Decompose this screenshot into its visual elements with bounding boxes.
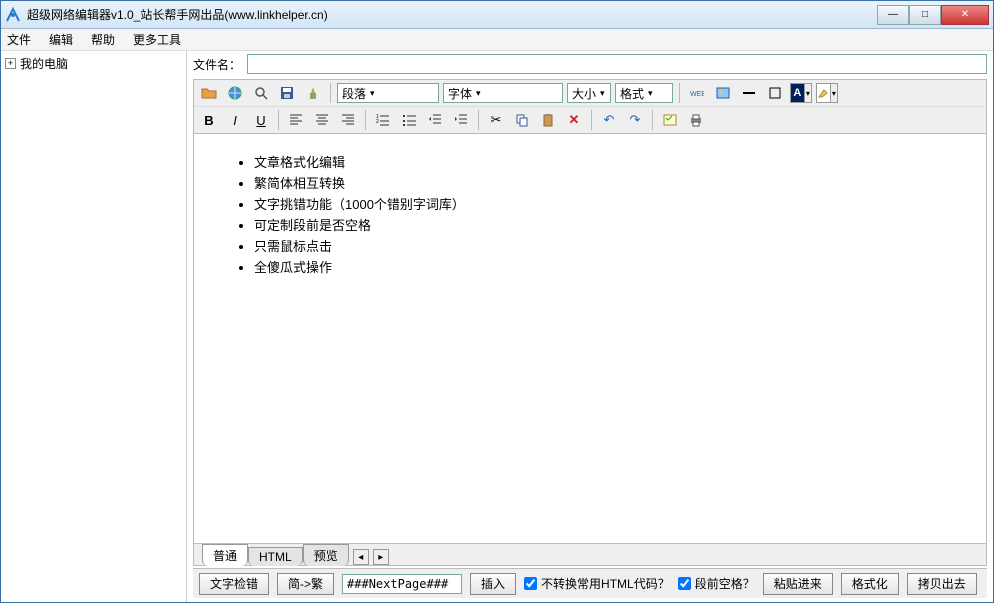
chevron-down-icon: ▾: [804, 84, 811, 102]
special-char-button[interactable]: [764, 82, 786, 104]
list-item: 只需鼠标点击: [254, 236, 966, 255]
paste-button[interactable]: [537, 109, 559, 131]
undo-button[interactable]: ↶: [598, 109, 620, 131]
preview-button[interactable]: [659, 109, 681, 131]
menu-edit[interactable]: 编辑: [49, 31, 73, 48]
chevron-down-icon: ▾: [600, 88, 605, 99]
list-item: 全傻瓜式操作: [254, 257, 966, 276]
copy-out-button[interactable]: 拷贝出去: [907, 573, 977, 595]
underline-button[interactable]: U: [250, 109, 272, 131]
svg-text:WEB: WEB: [690, 91, 704, 98]
indent-space-checkbox[interactable]: 段前空格？: [678, 575, 755, 592]
window-controls: — □ ✕: [877, 5, 989, 25]
svg-text:2: 2: [376, 119, 379, 125]
filename-label: 文件名：: [193, 56, 241, 73]
list-item: 文章格式化编辑: [254, 152, 966, 171]
ordered-list-button[interactable]: 12: [372, 109, 394, 131]
list-item: 繁简体相互转换: [254, 173, 966, 192]
app-logo-icon: [5, 7, 21, 23]
save-button[interactable]: [276, 82, 298, 104]
size-combo[interactable]: 大小▾: [567, 83, 611, 103]
maximize-button[interactable]: □: [909, 5, 941, 25]
expand-icon[interactable]: +: [5, 58, 16, 69]
tab-preview[interactable]: 预览: [303, 544, 349, 566]
simp-to-trad-button[interactable]: 简->繁: [277, 573, 334, 595]
paragraph-combo[interactable]: 段落▾: [337, 83, 439, 103]
menubar: 文件 编辑 帮助 更多工具: [1, 29, 993, 51]
close-button[interactable]: ✕: [941, 5, 989, 25]
separator: [478, 110, 479, 130]
search-button[interactable]: [250, 82, 272, 104]
align-center-button[interactable]: [311, 109, 333, 131]
tab-nav-left[interactable]: ◂: [353, 549, 369, 565]
separator: [278, 110, 279, 130]
chevron-down-icon: ▾: [648, 88, 653, 99]
keep-html-checkbox[interactable]: 不转换常用HTML代码？: [524, 575, 670, 592]
bold-button[interactable]: B: [198, 109, 220, 131]
list-item: 文字挑错功能（1000个错别字词库）: [254, 194, 966, 213]
spellcheck-button[interactable]: 文字检错: [199, 573, 269, 595]
menu-more-tools[interactable]: 更多工具: [133, 31, 181, 48]
main-area: 文件名： 段落▾ 字体▾ 大小▾ 格式▾ WEB: [187, 51, 993, 602]
content-list: 文章格式化编辑 繁简体相互转换 文字挑错功能（1000个错别字词库） 可定制段前…: [214, 152, 966, 276]
app-window: 超级网络编辑器v1.0_站长帮手网出品(www.linkhelper.cn) —…: [0, 0, 994, 603]
align-left-button[interactable]: [285, 109, 307, 131]
text-color-picker[interactable]: A▾: [790, 83, 812, 103]
italic-button[interactable]: I: [224, 109, 246, 131]
body-area: + 我的电脑 文件名： 段落▾ 字体▾ 大小▾: [1, 51, 993, 602]
cleanup-button[interactable]: [302, 82, 324, 104]
chevron-down-icon: ▾: [370, 88, 375, 99]
indent-button[interactable]: [450, 109, 472, 131]
view-tabs: 普通 HTML 预览 ◂ ▸: [193, 544, 987, 566]
separator: [330, 83, 331, 103]
tab-normal[interactable]: 普通: [202, 544, 248, 566]
list-item: 可定制段前是否空格: [254, 215, 966, 234]
align-right-button[interactable]: [337, 109, 359, 131]
redo-button[interactable]: ↷: [624, 109, 646, 131]
print-button[interactable]: [685, 109, 707, 131]
separator: [652, 110, 653, 130]
editor-content[interactable]: 文章格式化编辑 繁简体相互转换 文字挑错功能（1000个错别字词库） 可定制段前…: [193, 134, 987, 544]
toolbar-row-2: B I U 12 ✂ ✕: [194, 107, 986, 133]
filename-row: 文件名：: [187, 51, 993, 77]
delete-button[interactable]: ✕: [563, 109, 585, 131]
nextpage-input[interactable]: [342, 574, 462, 594]
paste-in-button[interactable]: 粘贴进来: [763, 573, 833, 595]
highlight-color-picker[interactable]: ▾: [816, 83, 838, 103]
tab-nav-right[interactable]: ▸: [373, 549, 389, 565]
minimize-button[interactable]: —: [877, 5, 909, 25]
toolbar-container: 段落▾ 字体▾ 大小▾ 格式▾ WEB A▾ ▾ B I U: [193, 79, 987, 134]
web-button[interactable]: WEB: [686, 82, 708, 104]
font-combo[interactable]: 字体▾: [443, 83, 563, 103]
hr-button[interactable]: [738, 82, 760, 104]
separator: [365, 110, 366, 130]
toolbar-row-1: 段落▾ 字体▾ 大小▾ 格式▾ WEB A▾ ▾: [194, 80, 986, 107]
separator: [679, 83, 680, 103]
chevron-down-icon: ▾: [830, 84, 837, 102]
insert-button[interactable]: 插入: [470, 573, 516, 595]
image-button[interactable]: [712, 82, 734, 104]
browser-button[interactable]: [224, 82, 246, 104]
chevron-down-icon: ▾: [476, 88, 481, 99]
copy-button[interactable]: [511, 109, 533, 131]
window-title: 超级网络编辑器v1.0_站长帮手网出品(www.linkhelper.cn): [27, 6, 877, 23]
tab-html[interactable]: HTML: [248, 547, 303, 566]
cut-button[interactable]: ✂: [485, 109, 507, 131]
separator: [591, 110, 592, 130]
filename-input[interactable]: [247, 54, 987, 74]
format-combo[interactable]: 格式▾: [615, 83, 673, 103]
titlebar: 超级网络编辑器v1.0_站长帮手网出品(www.linkhelper.cn) —…: [1, 1, 993, 29]
menu-file[interactable]: 文件: [7, 31, 31, 48]
unordered-list-button[interactable]: [398, 109, 420, 131]
outdent-button[interactable]: [424, 109, 446, 131]
bottom-toolbar: 文字检错 简->繁 插入 不转换常用HTML代码？ 段前空格？ 粘贴进来 格式化…: [193, 568, 987, 598]
tree-root-label: 我的电脑: [20, 55, 68, 72]
menu-help[interactable]: 帮助: [91, 31, 115, 48]
sidebar: + 我的电脑: [1, 51, 187, 602]
open-folder-button[interactable]: [198, 82, 220, 104]
format-button[interactable]: 格式化: [841, 573, 899, 595]
tree-root-my-computer[interactable]: + 我的电脑: [5, 55, 182, 72]
